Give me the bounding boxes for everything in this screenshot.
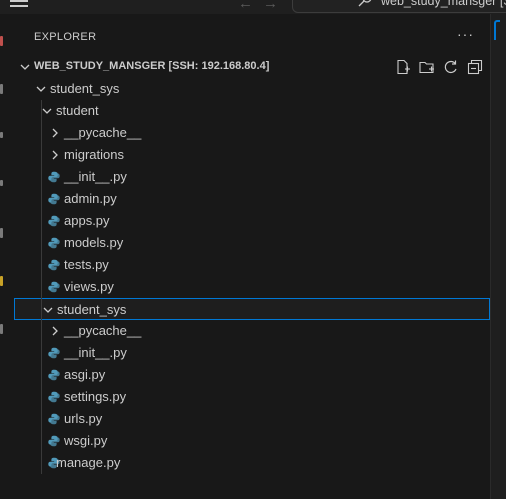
search-icon	[358, 0, 372, 7]
tree-folder-row[interactable]: student_sys	[14, 78, 490, 100]
tree-file-row[interactable]: manage.py	[14, 452, 490, 474]
activity-icon-partial[interactable]	[0, 84, 3, 94]
menu-icon[interactable]	[10, 0, 28, 8]
tree-item-label: student_sys	[50, 81, 120, 96]
activity-icon-partial[interactable]	[0, 276, 3, 286]
python-file-icon	[48, 369, 60, 381]
tree-item-label: __pycache__	[64, 323, 142, 338]
tree-file-row[interactable]: models.py	[14, 232, 490, 254]
chevron-right-icon[interactable]	[48, 148, 62, 162]
tree-item-label: models.py	[64, 235, 124, 250]
activity-icon-partial[interactable]	[0, 132, 3, 138]
new-folder-icon[interactable]	[419, 59, 435, 75]
tree-file-row[interactable]: views.py	[14, 276, 490, 298]
activity-icon-partial[interactable]	[0, 324, 3, 334]
tree-file-row[interactable]: urls.py	[14, 408, 490, 430]
indent-guide	[41, 100, 42, 474]
tree-item-label: settings.py	[64, 389, 127, 404]
python-file-icon	[48, 347, 60, 359]
refresh-icon[interactable]	[443, 59, 459, 75]
tree-folder-row[interactable]: student_sys	[14, 298, 490, 320]
tree-folder-row[interactable]: __pycache__	[14, 122, 490, 144]
workspace-title: WEB_STUDY_MANSGER [SSH: 192.168.80.4]	[34, 60, 270, 72]
collapse-all-icon[interactable]	[467, 59, 483, 75]
window-title: web_study_mansger [SS	[381, 0, 506, 8]
tree-folder-row[interactable]: student	[14, 100, 490, 122]
tree-item-label: urls.py	[64, 411, 103, 426]
tree-item-label: student	[56, 103, 99, 118]
more-actions-icon[interactable]: ···	[457, 26, 474, 42]
sidebar-title: EXPLORER	[34, 31, 97, 43]
forward-arrow-icon[interactable]: →	[263, 0, 278, 12]
tree-item-label: manage.py	[56, 455, 121, 470]
python-file-icon	[48, 193, 60, 205]
tree-item-label: __init__.py	[64, 169, 127, 184]
tree-file-row[interactable]: settings.py	[14, 386, 490, 408]
tree-file-row[interactable]: admin.py	[14, 188, 490, 210]
python-file-icon	[48, 171, 60, 183]
tree-item-label: tests.py	[64, 257, 109, 272]
tree-item-label: __pycache__	[64, 125, 142, 140]
tree-file-row[interactable]: tests.py	[14, 254, 490, 276]
python-file-icon	[48, 413, 60, 425]
chevron-down-icon	[20, 64, 30, 70]
tree-item-label: migrations	[64, 147, 124, 162]
tree-item-label: asgi.py	[64, 367, 106, 382]
activity-icon-partial[interactable]	[0, 36, 3, 46]
editor-tab-edge[interactable]	[494, 20, 500, 40]
tree-folder-row[interactable]: __pycache__	[14, 320, 490, 342]
command-center[interactable]: web_study_mansger [SS	[292, 0, 506, 13]
chevron-down-icon[interactable]	[41, 303, 55, 317]
tree-file-row[interactable]: apps.py	[14, 210, 490, 232]
python-file-icon	[48, 391, 60, 403]
chevron-down-icon[interactable]	[34, 82, 48, 96]
tree-item-label: wsgi.py	[64, 433, 108, 448]
editor-area	[491, 14, 506, 499]
tree-file-row[interactable]: __init__.py	[14, 342, 490, 364]
workspace-section-header[interactable]: WEB_STUDY_MANSGER [SSH: 192.168.80.4]	[14, 56, 490, 78]
python-file-icon	[48, 215, 60, 227]
tree-item-label: apps.py	[64, 213, 110, 228]
tree-item-label: views.py	[64, 279, 114, 294]
tree-file-row[interactable]: wsgi.py	[14, 430, 490, 452]
python-file-icon	[48, 435, 60, 447]
tree-folder-row[interactable]: migrations	[14, 144, 490, 166]
tree-file-row[interactable]: __init__.py	[14, 166, 490, 188]
python-file-icon	[48, 281, 60, 293]
back-arrow-icon[interactable]: ←	[238, 0, 253, 12]
tree-item-label: student_sys	[57, 302, 127, 317]
chevron-right-icon[interactable]	[48, 126, 62, 140]
explorer-sidebar: EXPLORER ··· WEB_STUDY_MANSGER [SSH: 192…	[14, 14, 491, 499]
activity-icon-partial[interactable]	[0, 228, 3, 238]
python-file-icon	[48, 237, 60, 249]
chevron-right-icon[interactable]	[48, 324, 62, 338]
tree-item-label: admin.py	[64, 191, 117, 206]
title-bar: ← → web_study_mansger [SS	[0, 0, 506, 14]
activity-bar	[0, 14, 14, 499]
activity-icon-partial[interactable]	[0, 180, 3, 186]
python-file-icon	[48, 259, 60, 271]
tree-file-row[interactable]: asgi.py	[14, 364, 490, 386]
tree-item-label: __init__.py	[64, 345, 127, 360]
chevron-down-icon[interactable]	[40, 104, 54, 118]
new-file-icon[interactable]	[395, 59, 411, 75]
